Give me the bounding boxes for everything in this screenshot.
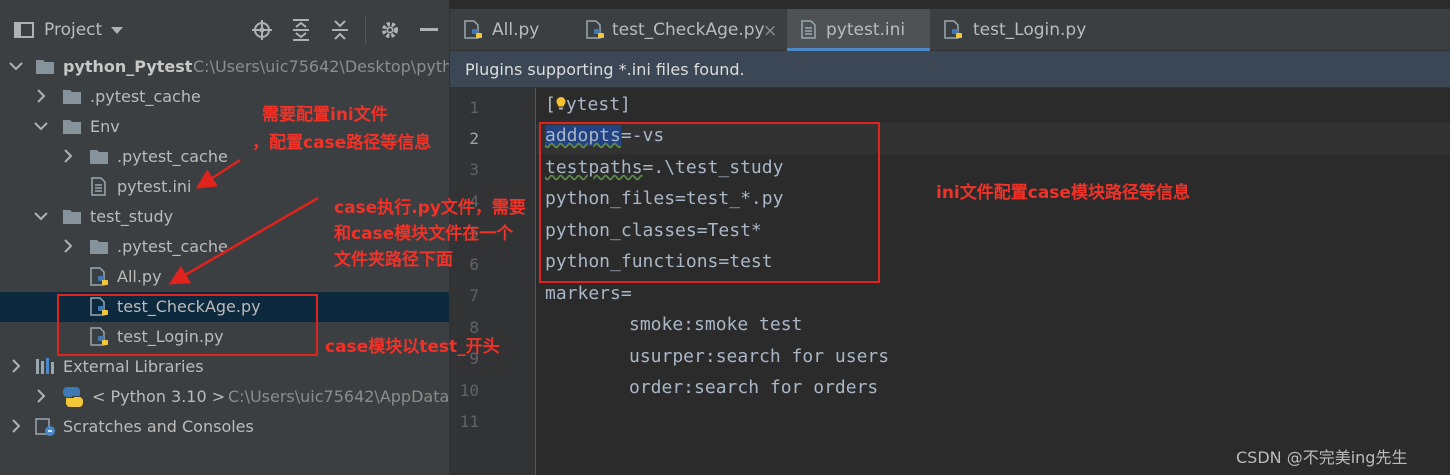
- folder-icon: [36, 60, 54, 74]
- annotation-case-note-3: 文件夹路径下面: [334, 250, 453, 270]
- tree-item-label: < Python 3.10 >: [92, 387, 226, 406]
- chevron-right-icon[interactable]: [60, 238, 76, 254]
- tree-item-label: External Libraries: [63, 357, 204, 376]
- tab-label: test_Login.py: [973, 20, 1087, 40]
- chevron-down-icon[interactable]: [8, 58, 24, 74]
- tab-test-checkage-py[interactable]: test_CheckAge.py ×: [572, 9, 787, 51]
- tab-all-py[interactable]: All.py: [450, 9, 572, 51]
- tree-item-label: Scratches and Consoles: [63, 417, 254, 436]
- minimize-icon[interactable]: [420, 28, 438, 32]
- chevron-right-icon[interactable]: [8, 358, 24, 374]
- tree-item-label: All.py: [117, 267, 162, 286]
- tree-item-python-sdk[interactable]: < Python 3.10 > C:\Users\uic75642\AppDat…: [0, 382, 449, 412]
- tree-item-path: C:\Users\uic75642\AppData: [228, 387, 449, 406]
- chevron-right-icon[interactable]: [33, 388, 49, 404]
- tree-item-label: python_Pytest: [63, 57, 193, 76]
- tree-item-path: C:\Users\uic75642\Desktop\pyth: [193, 57, 449, 76]
- folder-icon: [90, 240, 108, 254]
- close-icon[interactable]: ×: [763, 21, 777, 41]
- annotation-box-ini-config: [539, 122, 880, 283]
- line-number: 2: [469, 129, 479, 148]
- tree-item-label: pytest.ini: [117, 177, 192, 196]
- plugin-suggestion-banner[interactable]: Plugins supporting *.ini files found.: [450, 51, 1450, 88]
- collapse-all-icon[interactable]: [331, 19, 349, 41]
- tab-pytest-ini[interactable]: pytest.ini: [787, 9, 930, 51]
- expand-all-icon[interactable]: [292, 19, 310, 41]
- chevron-down-icon[interactable]: [110, 26, 124, 35]
- banner-text: Plugins supporting *.ini files found.: [465, 60, 745, 79]
- lightbulb-icon[interactable]: [556, 96, 566, 112]
- tree-item-label: .pytest_cache: [117, 147, 228, 166]
- folder-icon: [90, 150, 108, 164]
- tree-item-label: .pytest_cache: [117, 237, 228, 256]
- code-line: order:search for orders: [629, 377, 879, 398]
- tree-item-python-pytest[interactable]: python_Pytest C:\Users\uic75642\Desktop\…: [0, 52, 449, 82]
- code-line: [ ytest]: [545, 94, 631, 115]
- header-separator: [365, 16, 366, 44]
- python-file-icon: [90, 267, 108, 286]
- annotation-config-note: ini文件配置case模块路径等信息: [936, 183, 1190, 203]
- chevron-right-icon[interactable]: [60, 148, 76, 164]
- annotation-prefix-note: case模块以test_开头: [325, 337, 500, 357]
- annotation-ini-note-2: ，配置case路径等信息: [252, 133, 432, 153]
- ini-file-icon: [91, 177, 106, 196]
- tree-item-label: .pytest_cache: [90, 87, 201, 106]
- project-window-icon: [14, 22, 34, 38]
- editor-tab-bar: All.py test_CheckAge.py × pytest.ini tes…: [450, 9, 1450, 51]
- python-file-icon: [586, 20, 604, 39]
- gear-icon[interactable]: [380, 20, 400, 40]
- annotation-box-case-files: [57, 294, 318, 356]
- tree-item-label: Env: [90, 117, 120, 136]
- tab-test-login-py[interactable]: test_Login.py: [930, 9, 1090, 51]
- project-title[interactable]: Project: [44, 20, 102, 40]
- locate-file-icon[interactable]: [252, 20, 272, 40]
- line-number: 3: [469, 160, 479, 179]
- line-number: 1: [469, 98, 479, 117]
- code-token: [: [545, 94, 556, 115]
- tab-label: test_CheckAge.py: [612, 20, 765, 40]
- libraries-icon: [36, 358, 54, 374]
- python-icon: [63, 387, 83, 407]
- code-line: usurper:search for users: [629, 346, 890, 367]
- tab-label: pytest.ini: [826, 20, 906, 40]
- watermark: CSDN @不完美ing先生: [1236, 448, 1408, 467]
- line-number: 11: [459, 412, 479, 431]
- line-number: 10: [459, 381, 479, 400]
- chevron-down-icon[interactable]: [33, 208, 49, 224]
- folder-icon: [63, 120, 81, 134]
- tree-item-label: test_study: [90, 207, 174, 226]
- chevron-down-icon[interactable]: [33, 118, 49, 134]
- code-token: ytest]: [565, 94, 631, 115]
- line-number-gutter[interactable]: 1 2 3 4 5 6 7 8 9 10 11: [450, 88, 536, 475]
- code-line: markers=: [545, 283, 632, 304]
- python-file-icon: [944, 20, 962, 39]
- code-line: smoke:smoke test: [629, 314, 803, 335]
- chevron-right-icon[interactable]: [8, 418, 24, 434]
- tree-item-scratches[interactable]: Scratches and Consoles: [0, 412, 449, 442]
- chevron-right-icon[interactable]: [33, 88, 49, 104]
- python-file-icon: [464, 20, 482, 39]
- annotation-ini-note-1: 需要配置ini文件: [262, 105, 388, 125]
- folder-icon: [63, 210, 81, 224]
- scratches-icon: [35, 418, 55, 436]
- tab-label: All.py: [492, 20, 540, 40]
- folder-icon: [63, 90, 81, 104]
- project-header: Project: [0, 9, 449, 51]
- line-number: 7: [469, 286, 479, 305]
- ini-file-icon: [801, 20, 816, 39]
- line-number: 6: [469, 255, 479, 274]
